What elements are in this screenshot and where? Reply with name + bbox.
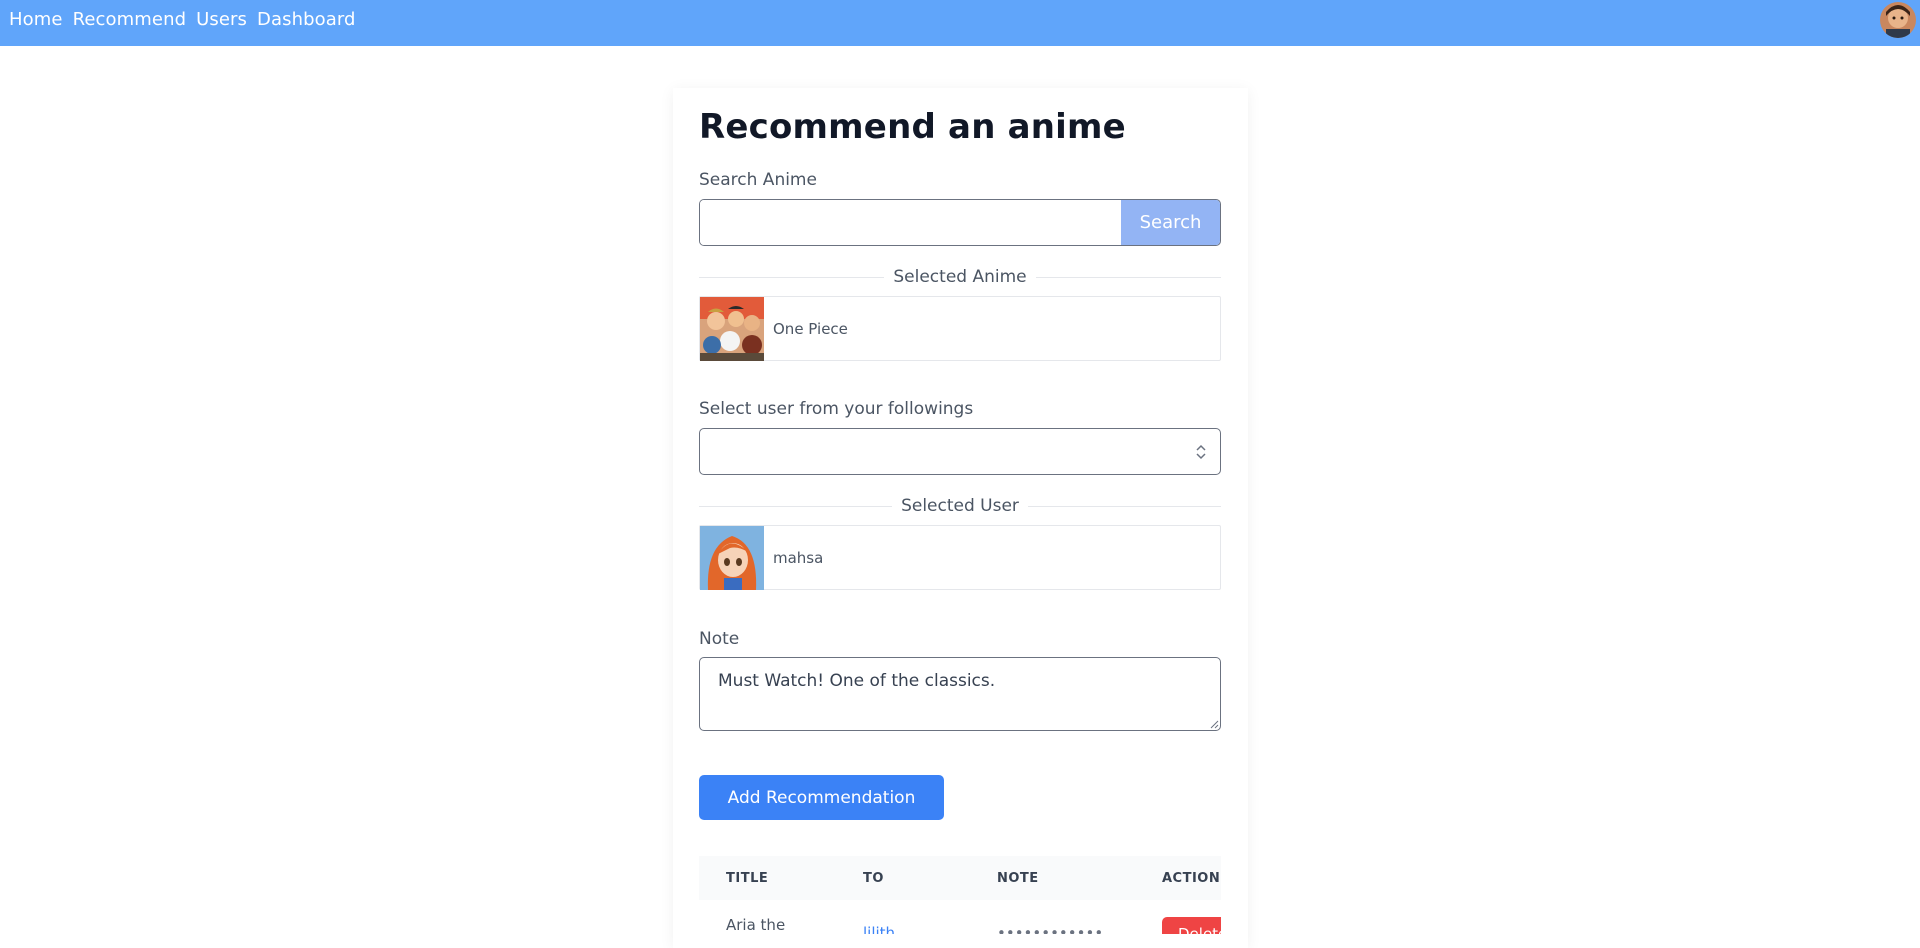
selected-user-card: mahsa bbox=[699, 525, 1221, 590]
resize-grip-icon[interactable] bbox=[1209, 719, 1219, 729]
recommendations-table: TITLE TO NOTE ACTIONS Aria the lilith ••… bbox=[699, 856, 1221, 934]
nav-link-home[interactable]: Home bbox=[9, 9, 63, 30]
search-button[interactable]: Search bbox=[1121, 200, 1220, 245]
table-header: TITLE TO NOTE ACTIONS bbox=[699, 856, 1221, 900]
selected-user-name: mahsa bbox=[773, 548, 824, 567]
search-anime-label: Search Anime bbox=[699, 170, 817, 190]
note-label: Note bbox=[699, 629, 740, 649]
selected-anime-divider: Selected Anime bbox=[699, 266, 1221, 288]
user-select[interactable] bbox=[699, 428, 1221, 475]
nav-link-users[interactable]: Users bbox=[196, 9, 247, 30]
chevron-up-down-icon bbox=[1196, 444, 1206, 460]
column-header-note: NOTE bbox=[997, 871, 1039, 886]
selected-anime-divider-label: Selected Anime bbox=[893, 267, 1027, 287]
nav-link-recommend[interactable]: Recommend bbox=[73, 9, 187, 30]
selected-anime-card: One Piece bbox=[699, 296, 1221, 361]
note-textarea[interactable]: Must Watch! One of the classics. bbox=[699, 657, 1221, 731]
column-header-actions: ACTIONS bbox=[1162, 871, 1221, 886]
search-input[interactable] bbox=[700, 200, 1121, 245]
selected-anime-name: One Piece bbox=[773, 319, 848, 338]
nav-links: Home Recommend Users Dashboard bbox=[9, 0, 356, 38]
selected-user-divider-label: Selected User bbox=[901, 496, 1019, 516]
nav-link-dashboard[interactable]: Dashboard bbox=[257, 9, 356, 30]
select-user-label: Select user from your followings bbox=[699, 399, 974, 419]
row-title: Aria the bbox=[726, 916, 786, 934]
anime-thumbnail bbox=[700, 296, 764, 361]
selected-user-divider: Selected User bbox=[699, 495, 1222, 517]
add-recommendation-button[interactable]: Add Recommendation bbox=[699, 775, 944, 820]
top-navbar: Home Recommend Users Dashboard bbox=[0, 0, 1920, 46]
search-bar: Search bbox=[699, 199, 1221, 246]
row-to-link[interactable]: lilith bbox=[863, 924, 895, 934]
selected-user-avatar bbox=[700, 525, 764, 590]
column-header-to: TO bbox=[863, 871, 884, 886]
row-note: •••••••••••• bbox=[997, 924, 1104, 934]
user-avatar[interactable] bbox=[1880, 2, 1916, 38]
delete-button[interactable]: Delete bbox=[1162, 917, 1221, 934]
page-title: Recommend an anime bbox=[699, 107, 1126, 147]
column-header-title: TITLE bbox=[726, 871, 769, 886]
